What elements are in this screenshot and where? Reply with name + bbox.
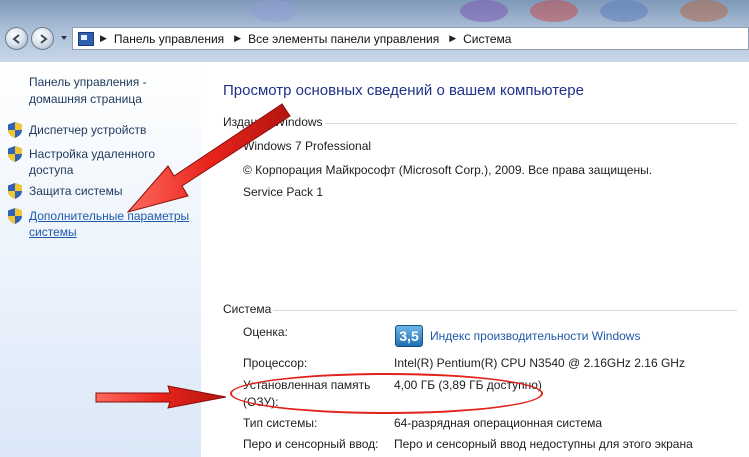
shield-icon: [8, 208, 22, 224]
system-type-label: Тип системы:: [243, 416, 318, 430]
taskbar-glow: [530, 0, 578, 22]
shield-icon: [8, 146, 22, 162]
breadcrumb-separator-icon[interactable]: ▶: [449, 33, 456, 44]
sidebar-item-label: Защита системы: [29, 184, 123, 198]
sidebar-item-remote-settings[interactable]: Настройка удаленного доступа: [8, 146, 198, 178]
pen-touch-value: Перо и сенсорный ввод недоступны для это…: [394, 437, 693, 451]
shield-icon: [8, 122, 22, 138]
section-divider: [273, 310, 737, 311]
back-button[interactable]: [5, 27, 28, 50]
service-pack-text: Service Pack 1: [243, 185, 324, 199]
processor-label: Процессор:: [243, 356, 308, 370]
arrow-left-icon: [11, 33, 20, 44]
sidebar-item-advanced-settings[interactable]: Дополнительные параметры системы: [8, 208, 198, 240]
sidebar-item-device-manager[interactable]: Диспетчер устройств: [8, 122, 198, 138]
taskbar-glow: [250, 0, 298, 22]
breadcrumb-separator-icon[interactable]: ▶: [100, 33, 107, 44]
system-type-value: 64-разрядная операционная система: [394, 416, 603, 430]
forward-button[interactable]: [31, 27, 54, 50]
taskbar-glow: [460, 0, 508, 22]
processor-value: Intel(R) Pentium(R) CPU N3540 @ 2.16GHz …: [394, 356, 685, 370]
taskbar-glow: [680, 0, 728, 22]
copyright-text: © Корпорация Майкрософт (Microsoft Corp.…: [243, 163, 653, 177]
rating-label: Оценка:: [243, 325, 288, 339]
system-heading: Система: [223, 302, 272, 316]
sidebar-item-label: Диспетчер устройств: [29, 123, 147, 137]
sidebar-item-label: Дополнительные параметры системы: [29, 209, 190, 239]
window-top-bar: ▶ Панель управления ▶ Все элементы панел…: [0, 0, 749, 62]
address-bar[interactable]: ▶ Панель управления ▶ Все элементы панел…: [72, 27, 749, 50]
memory-highlight-oval: [230, 373, 543, 414]
breadcrumb-all-items[interactable]: Все элементы панели управления: [248, 32, 439, 46]
performance-score-badge[interactable]: 3,5: [395, 325, 423, 347]
sidebar-item-system-protection[interactable]: Защита системы: [8, 183, 198, 199]
control-panel-icon: [78, 31, 94, 46]
breadcrumb-system[interactable]: Система: [463, 32, 511, 46]
sidebar-item-label: Настройка удаленного доступа: [29, 147, 156, 177]
windows-edition-heading: Издание Windows: [223, 115, 323, 129]
recent-pages-dropdown-icon[interactable]: [60, 34, 68, 42]
section-divider: [325, 123, 737, 124]
shield-icon: [8, 183, 22, 199]
taskbar-glow: [600, 0, 648, 22]
performance-index-link[interactable]: Индекс производительности Windows: [430, 329, 640, 343]
pen-touch-label: Перо и сенсорный ввод:: [243, 437, 379, 451]
breadcrumb-control-panel[interactable]: Панель управления: [114, 32, 224, 46]
page-title: Просмотр основных сведений о вашем компь…: [223, 82, 584, 99]
left-navigation-pane: Панель управления - домашняя страница Ди…: [0, 62, 201, 457]
control-panel-home-link[interactable]: Панель управления - домашняя страница: [29, 74, 194, 108]
windows-edition-name: Windows 7 Professional: [243, 139, 372, 153]
breadcrumb-separator-icon[interactable]: ▶: [234, 33, 241, 44]
arrow-right-icon: [39, 33, 48, 44]
